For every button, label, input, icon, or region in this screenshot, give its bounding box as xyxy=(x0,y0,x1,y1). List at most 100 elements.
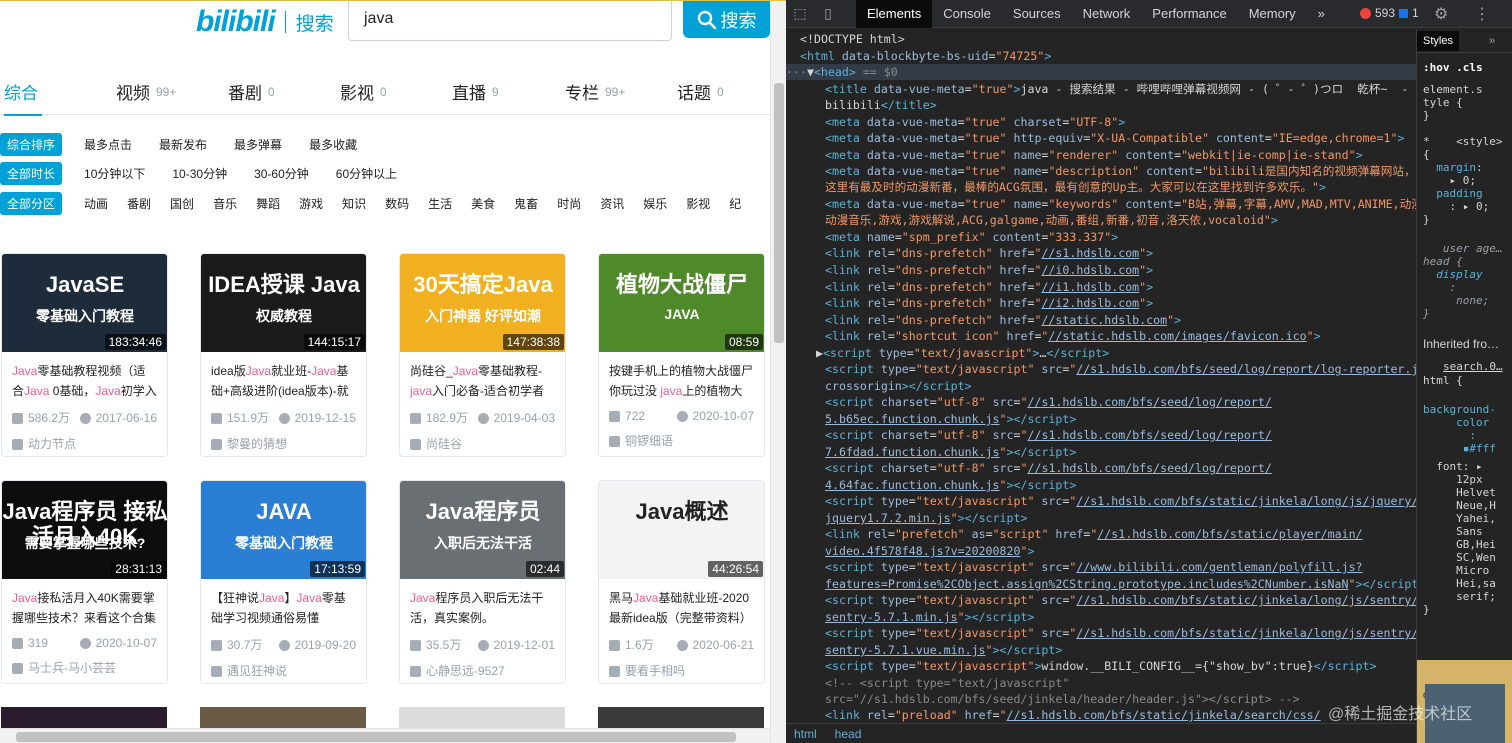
dom-line[interactable]: 这里有最及时的动漫新番，最棒的ACG氛围，最有创意的Up主。大家可以在这里找到许… xyxy=(825,179,1416,195)
order-filter-active[interactable]: 综合排序 xyxy=(0,132,63,156)
duration-filter-active[interactable]: 全部时长 xyxy=(0,161,63,185)
dom-line[interactable]: <meta data-vue-meta="true" charset="UTF-… xyxy=(825,114,1416,130)
bilibili-logo[interactable]: bilibili 搜索 xyxy=(196,5,334,39)
zone-filter-active[interactable]: 全部分区 xyxy=(0,191,63,215)
dom-line[interactable]: sentry-5.7.1.vue.min.js"></script> xyxy=(825,642,1416,658)
dom-line[interactable]: 5.b65ec.function.chunk.js"></script> xyxy=(825,411,1416,427)
video-card[interactable]: Java程序员 接私活月入40K 需要掌握哪些技术? 28:31:13 Java接私活… xyxy=(1,480,168,684)
order-option[interactable]: 最多点击 xyxy=(84,136,132,153)
more-panes-icon[interactable]: » xyxy=(1489,35,1495,47)
breadcrumb-item[interactable]: html xyxy=(794,727,817,741)
dom-line[interactable]: <!DOCTYPE html> xyxy=(800,31,1416,47)
dom-line[interactable]: 动漫音乐,游戏,游戏解说,ACG,galgame,动画,番组,新番,初音,洛天依… xyxy=(825,212,1416,228)
breadcrumb-item[interactable]: head xyxy=(835,727,862,741)
video-thumbnail[interactable]: JAVA 零基础入门教程 17:13:59 xyxy=(201,481,366,579)
uploader[interactable]: 遇见狂神说 xyxy=(211,662,356,679)
dom-line[interactable]: ▶<script type="text/javascript">…</scrip… xyxy=(816,345,1416,361)
zone-option[interactable]: 动画 xyxy=(84,195,108,212)
video-thumbnail[interactable] xyxy=(200,707,366,729)
tab-movie[interactable]: 影视 0 xyxy=(340,68,387,115)
dom-line[interactable]: <script type="text/javascript" src="//s1… xyxy=(825,493,1416,509)
tab-bangumi[interactable]: 番剧 0 xyxy=(228,68,275,115)
uploader[interactable]: 铜锣细语 xyxy=(609,432,754,449)
video-thumbnail[interactable]: Java概述 44:26:54 xyxy=(599,481,764,579)
dom-tree[interactable]: <!DOCTYPE html> <html data-blockbyte-bs-… xyxy=(786,29,1416,723)
dom-line[interactable]: <script type="text/javascript">window.__… xyxy=(825,658,1416,674)
dom-line[interactable]: <link rel="dns-prefetch" href="//i1.hdsl… xyxy=(825,279,1416,295)
zone-option[interactable]: 音乐 xyxy=(213,195,237,212)
zone-option[interactable]: 鬼畜 xyxy=(514,195,538,212)
tab-memory[interactable]: Memory xyxy=(1238,0,1307,28)
video-title[interactable]: 黑马Java基础就业班-2020最新idea版（完整带资料） xyxy=(609,588,754,628)
search-button[interactable]: 搜索 xyxy=(683,1,770,38)
dom-line[interactable]: video.4f578f48.js?v=20200820"> xyxy=(825,543,1416,559)
zone-option[interactable]: 国创 xyxy=(170,195,194,212)
dom-line[interactable]: <title data-vue-meta="true">java - 搜索结果 … xyxy=(825,81,1416,97)
video-card[interactable]: 植物大战僵尸 JAVA 08:59 按键手机上的植物大战僵尸 你玩过没 java上的植… xyxy=(598,253,765,457)
order-option[interactable]: 最新发布 xyxy=(159,136,207,153)
dom-line[interactable]: <script type="text/javascript" src="//s1… xyxy=(825,361,1416,377)
scrollbar-thumb[interactable] xyxy=(774,83,784,343)
inspect-icon[interactable]: ⬚ xyxy=(786,0,814,28)
uploader[interactable]: 心静思远-9527 xyxy=(410,662,555,679)
dom-line[interactable]: <script type="text/javascript" src="//s1… xyxy=(825,625,1416,641)
dom-line[interactable]: bilibili</title> xyxy=(825,97,1416,113)
tab-performance[interactable]: Performance xyxy=(1141,0,1237,28)
style-filter-toggles[interactable]: :hov .cls xyxy=(1423,61,1483,74)
duration-option[interactable]: 10-30分钟 xyxy=(172,165,227,182)
dom-line[interactable]: <meta name="spm_prefix" content="333.337… xyxy=(825,229,1416,245)
dom-line[interactable]: <!-- <script type="text/javascript" xyxy=(825,675,1416,691)
video-title[interactable]: Java零基础教程视频（适合Java 0基础，Java初学入 xyxy=(12,361,157,401)
tab-sources[interactable]: Sources xyxy=(1002,0,1072,28)
dom-line[interactable]: <link rel="dns-prefetch" href="//i2.hdsl… xyxy=(825,295,1416,311)
order-option[interactable]: 最多弹幕 xyxy=(234,136,282,153)
zone-option[interactable]: 游戏 xyxy=(299,195,323,212)
tab-elements[interactable]: Elements xyxy=(856,0,933,28)
kebab-menu-icon[interactable]: ⋮ xyxy=(1474,4,1490,24)
video-title[interactable]: Java程序员入职后无法干活，真实案例。 xyxy=(410,588,555,628)
zone-option[interactable]: 时尚 xyxy=(557,195,581,212)
zone-option[interactable]: 知识 xyxy=(342,195,366,212)
video-title[interactable]: 按键手机上的植物大战僵尸 你玩过没 java上的植物大战 xyxy=(609,361,754,401)
video-card[interactable]: Java概述 44:26:54 黑马Java基础就业班-2020最新idea版（完整… xyxy=(598,480,765,684)
zone-option[interactable]: 番剧 xyxy=(127,195,151,212)
zone-option[interactable]: 影视 xyxy=(686,195,710,212)
zone-option[interactable]: 娱乐 xyxy=(643,195,667,212)
video-thumbnail[interactable] xyxy=(399,707,565,729)
duration-option[interactable]: 10分钟以下 xyxy=(84,165,145,182)
stylesheet-link[interactable]: search.0… xyxy=(1443,360,1503,373)
dom-line[interactable]: <link rel="dns-prefetch" href="//s1.hdsl… xyxy=(825,245,1416,261)
video-thumbnail[interactable]: 植物大战僵尸 JAVA 08:59 xyxy=(599,254,764,352)
gear-icon[interactable]: ⚙ xyxy=(1434,4,1448,24)
dom-line[interactable]: <script type="text/javascript" src="//ww… xyxy=(825,559,1416,575)
dom-line[interactable]: <link rel="dns-prefetch" href="//i0.hdsl… xyxy=(825,262,1416,278)
tab-network[interactable]: Network xyxy=(1072,0,1142,28)
more-tabs-icon[interactable]: » xyxy=(1307,0,1336,28)
tab-styles[interactable]: Styles xyxy=(1417,30,1459,51)
error-counter[interactable]: 593 1 xyxy=(1360,6,1419,20)
tab-all[interactable]: 综合 xyxy=(4,68,42,116)
tab-live[interactable]: 直播 9 xyxy=(452,68,499,115)
zone-option[interactable]: 舞蹈 xyxy=(256,195,280,212)
tab-article[interactable]: 专栏 99+ xyxy=(565,68,625,115)
dom-line[interactable]: <script type="text/javascript" src="//s1… xyxy=(825,592,1416,608)
dom-line[interactable]: <html data-blockbyte-bs-uid="74725"> xyxy=(800,48,1416,64)
tab-console[interactable]: Console xyxy=(932,0,1002,28)
order-option[interactable]: 最多收藏 xyxy=(309,136,357,153)
zone-option[interactable]: 美食 xyxy=(471,195,495,212)
dom-line[interactable]: features=Promise%2CObject.assign%2CStrin… xyxy=(825,576,1416,592)
dom-line[interactable]: <link rel="prefetch" as="script" href="/… xyxy=(825,526,1416,542)
search-input[interactable]: java xyxy=(348,1,672,41)
tab-topic[interactable]: 话题 0 xyxy=(677,68,724,115)
video-title[interactable]: idea版Java就业班-Java基础+高级进阶(idea版本)-就 xyxy=(211,361,356,401)
uploader[interactable]: 尚硅谷 xyxy=(410,435,555,452)
scrollbar-thumb[interactable] xyxy=(16,732,736,742)
video-card[interactable]: JavaSE 零基础入门教程 183:34:46 Java零基础教程视频（适合Java… xyxy=(1,253,168,457)
dom-line-selected[interactable]: ···▼<head> == $0 xyxy=(786,64,1416,81)
dom-line[interactable]: <meta data-vue-meta="true" http-equiv="X… xyxy=(825,130,1416,146)
uploader[interactable]: 马士兵-马小芸芸 xyxy=(12,659,157,676)
video-thumbnail[interactable]: Java程序员 入职后无法干活 02:44 xyxy=(400,481,565,579)
dom-line[interactable]: <script charset="utf-8" src="//s1.hdslb.… xyxy=(825,394,1416,410)
dom-line[interactable]: jquery1.7.2.min.js"></script> xyxy=(825,510,1416,526)
dom-line[interactable]: <link rel="dns-prefetch" href="//static.… xyxy=(825,312,1416,328)
